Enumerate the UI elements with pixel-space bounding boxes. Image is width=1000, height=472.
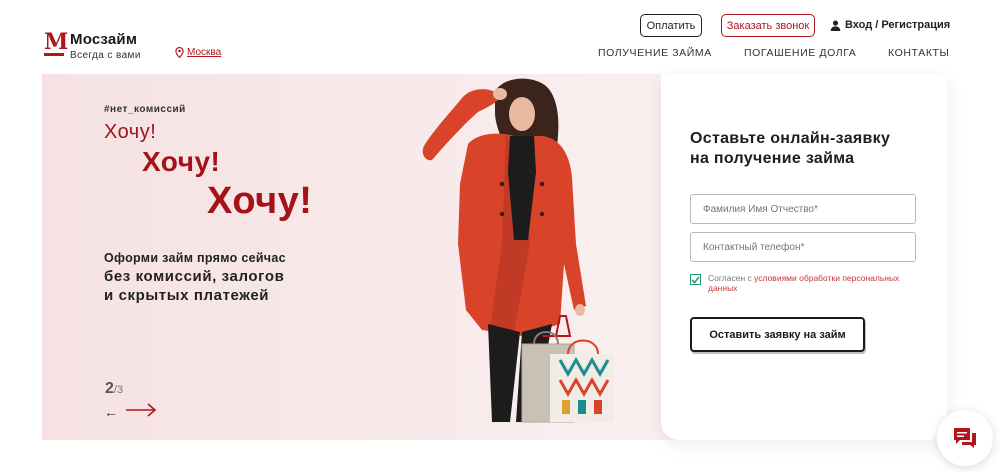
nav-get-loan[interactable]: ПОЛУЧЕНИЕ ЗАЙМА xyxy=(598,47,712,59)
login-link[interactable]: Вход / Регистрация xyxy=(830,19,950,31)
brand-tagline: Всегда с вами xyxy=(70,50,141,61)
hero-woman-image xyxy=(422,78,614,423)
chat-widget-button[interactable] xyxy=(937,410,993,466)
consent-checkbox[interactable] xyxy=(690,274,701,285)
login-label: Вход / Регистрация xyxy=(845,19,951,31)
request-call-button[interactable]: Заказать звонок xyxy=(721,14,815,37)
nav-contacts[interactable]: КОНТАКТЫ xyxy=(888,47,949,59)
slider-prev-button[interactable]: ← xyxy=(104,404,118,420)
brand-name: Мосзайм xyxy=(70,31,138,48)
chat-icon xyxy=(954,428,976,448)
form-title-line-1: Оставьте онлайн-заявку xyxy=(690,130,891,147)
submit-loan-request-button[interactable]: Оставить заявку на займ xyxy=(690,317,865,352)
check-icon xyxy=(691,275,700,284)
city-label[interactable]: Москва xyxy=(187,47,221,58)
user-icon xyxy=(830,19,841,31)
nav-repay-debt[interactable]: ПОГАШЕНИЕ ДОЛГА xyxy=(744,47,856,59)
consent-text: Согласен с условиями обработки персональ… xyxy=(708,273,920,293)
consent-prefix: Согласен с xyxy=(708,273,755,283)
slide-current: 2 xyxy=(105,380,114,397)
city-selector[interactable]: Москва xyxy=(175,47,221,58)
form-title: Оставьте онлайн-заявку на получение займ… xyxy=(690,129,890,169)
map-pin-icon xyxy=(175,47,184,58)
hero-headline-2: Хочу! xyxy=(142,146,221,177)
logo[interactable]: M Мосзайм Всегда с вами xyxy=(44,29,141,62)
form-title-line-2: на получение займа xyxy=(690,150,855,167)
slide-counter: 2/3 xyxy=(105,380,123,398)
pay-button[interactable]: Оплатить xyxy=(640,14,702,37)
hero-headline-3: Хочу! xyxy=(207,180,313,222)
consent-row: Согласен с условиями обработки персональ… xyxy=(690,273,920,293)
hero-benefits-line-2: и скрытых платежей xyxy=(104,287,270,304)
slide-total: /3 xyxy=(113,384,124,396)
hero-headline-1: Хочу! xyxy=(104,121,157,143)
phone-input[interactable] xyxy=(690,232,916,262)
hero-subtitle: Оформи займ прямо сейчас xyxy=(104,251,286,265)
hero-benefits: без комиссий, залогов и скрытых платежей xyxy=(104,267,284,305)
full-name-input[interactable] xyxy=(690,194,916,224)
hero-benefits-line-1: без комиссий, залогов xyxy=(104,268,285,285)
logo-m-icon: M xyxy=(44,29,69,56)
logo-text: Мосзайм Всегда с вами xyxy=(70,31,141,62)
slider-next-button[interactable] xyxy=(125,403,157,417)
site-header: M Мосзайм Всегда с вами Москва Оплатить … xyxy=(0,0,1000,74)
hero-hashtag: #нет_комиссий xyxy=(104,104,186,115)
